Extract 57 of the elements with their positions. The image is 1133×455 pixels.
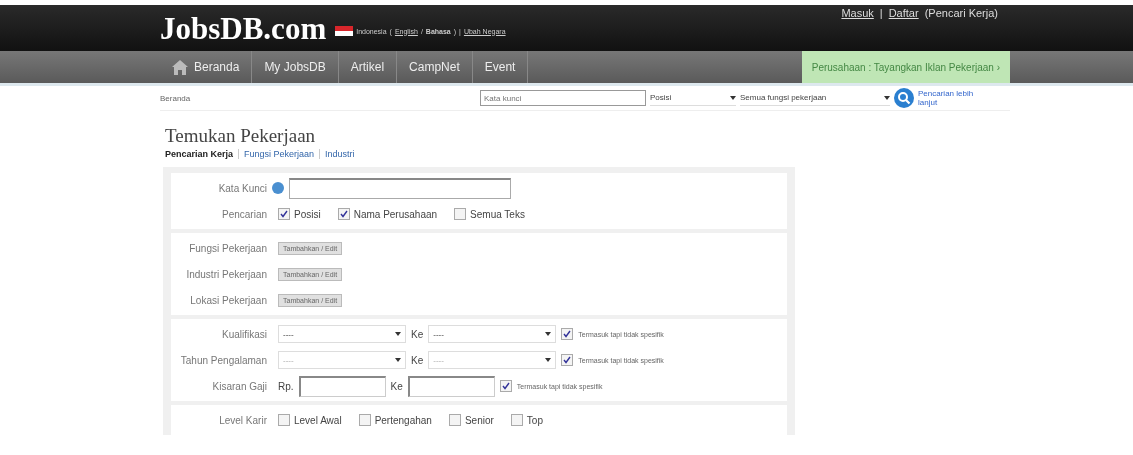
field-label: Tahun Pengalaman: [179, 354, 267, 366]
range-label: Ke: [411, 328, 424, 340]
keyword-input[interactable]: [289, 177, 511, 199]
employer-link[interactable]: Perusahaan : Tayangkan Iklan Pekerjaan ›: [801, 51, 1010, 83]
to-dropdown[interactable]: ----: [428, 325, 557, 343]
logo[interactable]: JobsDB.com: [160, 11, 327, 47]
checkbox[interactable]: [358, 414, 371, 426]
field-label: Level Karir: [218, 414, 267, 426]
checkbox[interactable]: [278, 208, 290, 220]
breadcrumb[interactable]: Beranda: [160, 93, 480, 103]
checkbox[interactable]: [337, 208, 350, 220]
currency-label: Rp.: [278, 380, 294, 392]
range-label: Ke: [411, 354, 424, 366]
checkbox-label: Nama Perusahaan: [353, 208, 438, 220]
checkbox-label: Top: [526, 414, 543, 426]
register-link[interactable]: Daftar: [888, 7, 919, 19]
page-title: Temukan Pekerjaan: [165, 125, 317, 147]
field-label: Pencarian: [220, 208, 267, 220]
function-dropdown[interactable]: Semua fungsi pekerjaan: [740, 90, 890, 106]
checkbox-label: Pertengahan: [374, 414, 432, 426]
checkbox-label: Posisi: [294, 208, 321, 220]
field-label: Kisaran Gaji: [211, 380, 267, 392]
field-dropdown[interactable]: Posisi: [650, 90, 736, 106]
nav-tab[interactable]: My JobsDB: [252, 51, 339, 83]
checkbox[interactable]: [561, 328, 574, 340]
checkbox[interactable]: [448, 414, 461, 426]
from-dropdown[interactable]: ----: [278, 325, 406, 343]
checkbox-label: Semua Teks: [470, 208, 525, 220]
nav-tab[interactable]: CampNet: [397, 51, 473, 83]
search-tab[interactable]: Fungsi Pekerjaan: [244, 149, 315, 159]
flag-icon: [335, 26, 354, 36]
register-note: (Pencari Kerja): [924, 7, 998, 19]
field-label: Industri Pekerjaan: [185, 268, 267, 280]
checkbox[interactable]: [278, 414, 290, 426]
advanced-search-link[interactable]: Pencarian lebih lanjut: [918, 89, 978, 107]
login-link[interactable]: Masuk: [841, 7, 874, 19]
range-label: Ke: [390, 380, 403, 392]
checkbox[interactable]: [499, 380, 512, 392]
nav-tab[interactable]: Artikel: [338, 51, 398, 83]
checkbox-label: Level Awal: [294, 414, 342, 426]
field-label: Lokasi Pekerjaan: [189, 294, 267, 306]
nav-tab[interactable]: Beranda: [160, 51, 253, 83]
checkbox[interactable]: [510, 414, 523, 426]
field-label: Kualifikasi: [220, 328, 267, 340]
nav-tab[interactable]: Event: [472, 51, 529, 83]
checkbox[interactable]: [454, 208, 467, 220]
checkbox-label: Senior: [464, 414, 494, 426]
separator: |: [879, 7, 883, 19]
keyword-field[interactable]: Kata kunci: [480, 90, 646, 106]
salary-to-input[interactable]: [407, 375, 495, 397]
field-label: Kata Kunci: [217, 182, 267, 194]
field-label: Fungsi Pekerjaan: [188, 242, 267, 254]
search-tab[interactable]: Pencarian Kerja: [165, 149, 234, 159]
salary-from-input[interactable]: [298, 375, 386, 397]
search-tab[interactable]: Industri: [325, 149, 355, 159]
home-icon: [172, 59, 188, 75]
search-icon[interactable]: [894, 88, 914, 108]
